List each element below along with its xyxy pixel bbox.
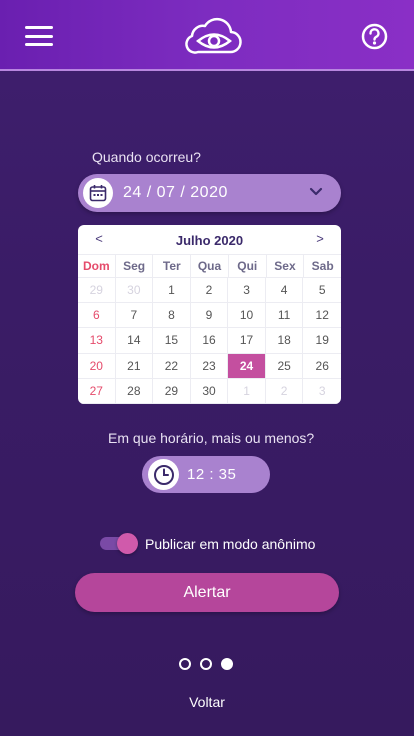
anonymous-toggle[interactable] [100, 533, 138, 554]
calendar-day[interactable]: 7 [115, 303, 154, 329]
weekday-label: Dom [78, 255, 116, 277]
calendar-day[interactable]: 4 [265, 278, 304, 304]
date-value: 24 / 07 / 2020 [123, 184, 228, 201]
calendar-day[interactable]: 16 [190, 328, 229, 354]
calendar-day[interactable]: 19 [303, 328, 341, 354]
clock-icon [148, 459, 179, 490]
calendar-header: < Julho 2020 > [78, 225, 341, 254]
time-picker-field[interactable]: 12 : 35 [142, 456, 270, 493]
calendar-day[interactable]: 14 [115, 328, 154, 354]
weekday-label: Sab [311, 259, 334, 273]
calendar-day[interactable]: 2 [190, 278, 229, 304]
calendar-day[interactable]: 13 [78, 328, 116, 354]
weekday-label: Ter [153, 255, 192, 277]
back-link[interactable]: Voltar [0, 694, 414, 710]
calendar-month-title: Julho 2020 [175, 233, 244, 248]
calendar-day[interactable]: 20 [78, 353, 116, 379]
page-dot-2[interactable] [200, 658, 212, 670]
calendar-day[interactable]: 22 [153, 353, 191, 379]
weekday-label: Qua [191, 255, 229, 277]
calendar-day[interactable]: 28 [115, 378, 154, 404]
weekday-label: Seg [116, 255, 154, 277]
page-dot-3[interactable] [221, 658, 233, 670]
calendar-day[interactable]: 3 [303, 379, 341, 404]
weekday-label: Sex [267, 255, 305, 277]
calendar-day[interactable]: 30 [190, 378, 229, 404]
chevron-down-icon[interactable] [309, 187, 323, 197]
calendar-day[interactable]: 2 [265, 378, 304, 404]
calendar-day[interactable]: 1 [228, 378, 266, 404]
next-month-button[interactable]: > [313, 231, 327, 246]
date-picker-field[interactable]: 24 / 07 / 2020 [78, 174, 341, 212]
weekday-row: Dom Seg Ter Qua Qui Sex Sab [78, 254, 341, 278]
calendar-day[interactable]: 8 [153, 303, 191, 329]
alert-button[interactable]: Alertar [75, 573, 339, 612]
weekday-label: Qui [229, 255, 267, 277]
calendar-day[interactable]: 26 [303, 354, 341, 379]
calendar-day[interactable]: 6 [78, 303, 116, 329]
pagination-dots [179, 658, 235, 671]
calendar-days-grid: 29 30 1 2 3 4 5 6 7 8 9 10 11 12 13 14 15 16 17 18 19 20 21 22 2… [78, 278, 341, 404]
calendar-day[interactable]: 25 [265, 353, 304, 379]
calendar-day[interactable]: 27 [78, 378, 116, 404]
cloud-eye-logo [185, 17, 242, 54]
time-value: 12 : 35 [187, 466, 237, 483]
calendar-day[interactable]: 1 [153, 278, 191, 304]
page-dot-1[interactable] [179, 658, 191, 670]
top-bar [0, 0, 414, 71]
hamburger-menu-icon[interactable] [25, 26, 53, 46]
calendar-day[interactable]: 23 [190, 353, 229, 379]
time-question-label: Em que horário, mais ou menos? [108, 430, 315, 446]
calendar-day[interactable]: 30 [115, 278, 154, 304]
calendar-day[interactable]: 21 [115, 353, 154, 379]
calendar-day[interactable]: 9 [190, 303, 229, 329]
calendar-day[interactable]: 17 [228, 328, 266, 354]
question-circle-icon[interactable] [361, 23, 388, 50]
calendar-day[interactable]: 29 [78, 278, 116, 304]
calendar-popup: < Julho 2020 > Dom Seg Ter Qua Qui Sex S… [78, 225, 341, 404]
calendar-day[interactable]: 3 [228, 278, 266, 304]
date-question-label: Quando ocorreu? [92, 149, 201, 165]
calendar-day[interactable]: 5 [303, 278, 341, 304]
calendar-day[interactable]: 18 [265, 328, 304, 354]
calendar-day-selected[interactable]: 24 [228, 353, 266, 379]
calendar-icon [83, 178, 113, 208]
calendar-day[interactable]: 12 [303, 303, 341, 329]
calendar-day[interactable]: 29 [153, 378, 191, 404]
calendar-day[interactable]: 10 [228, 303, 266, 329]
calendar-day[interactable]: 11 [265, 303, 304, 329]
anonymous-toggle-label: Publicar em modo anônimo [145, 536, 316, 552]
calendar-day[interactable]: 15 [153, 328, 191, 354]
